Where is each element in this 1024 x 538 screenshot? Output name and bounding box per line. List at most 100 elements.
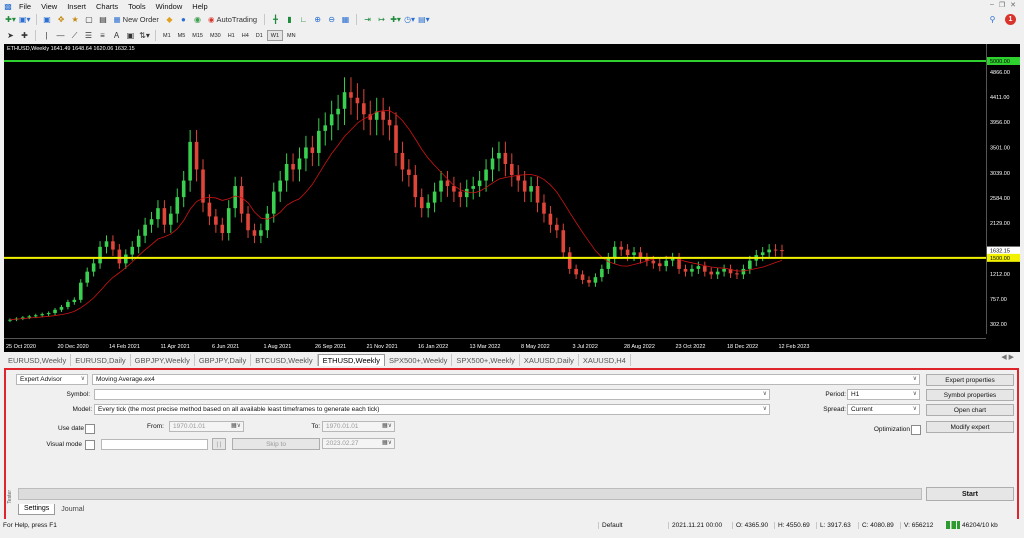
account-icon[interactable]: ● [177, 13, 190, 26]
skip-to-date-field[interactable]: 2023.02.27 ▦∨ [322, 438, 395, 449]
use-date-checkbox[interactable] [85, 424, 95, 434]
fibonacci-icon[interactable]: ≡ [96, 29, 109, 42]
new-chart-icon[interactable]: ✚▾ [4, 13, 17, 26]
chart-tab[interactable]: XAUUSD,H4 [579, 354, 631, 366]
autotrading-button[interactable]: ◉ AutoTrading [205, 13, 260, 26]
profiles-icon[interactable]: ▣▾ [18, 13, 32, 26]
candle-body [600, 268, 604, 278]
zoom-out-icon[interactable]: ⊖ [325, 13, 338, 26]
candle-body [407, 169, 411, 176]
expert-select[interactable]: Moving Average.ex4 ∨ [92, 374, 920, 385]
tile-windows-icon[interactable]: ▦ [339, 13, 352, 26]
visual-mode-checkbox[interactable] [85, 440, 95, 450]
optimization-checkbox[interactable] [911, 425, 921, 435]
new-order-button[interactable]: ▦ New Order [111, 13, 162, 26]
notification-badge[interactable]: 1 [1005, 14, 1016, 25]
tab-journal[interactable]: Journal [55, 504, 90, 515]
vertical-line-icon[interactable]: | [40, 29, 53, 42]
timeframe-m30[interactable]: M30 [207, 30, 224, 41]
text-icon[interactable]: A [110, 29, 123, 42]
trendline-icon[interactable]: ⟋ [68, 29, 81, 42]
menu-file[interactable]: File [14, 2, 36, 11]
skip-to-button[interactable]: Skip to [232, 438, 320, 450]
menu-help[interactable]: Help [187, 2, 212, 11]
symbol-select[interactable]: ∨ [94, 389, 770, 400]
timeframe-m15[interactable]: M15 [189, 30, 206, 41]
candle-body [664, 260, 668, 267]
market-watch-icon[interactable]: ▣ [41, 13, 54, 26]
chart-tab[interactable]: GBPJPY,Daily [195, 354, 252, 366]
chart-tab[interactable]: XAUUSD,Daily [520, 354, 579, 366]
arrows-icon[interactable]: ⇅▾ [138, 29, 151, 42]
restore-icon[interactable]: ❐ [999, 1, 1005, 9]
market-icon[interactable]: ◉ [191, 13, 204, 26]
from-date-field[interactable]: 1970.01.01 ▦∨ [169, 421, 244, 432]
symbol-properties-button[interactable]: Symbol properties [926, 389, 1014, 401]
timeframe-w1[interactable]: W1 [266, 30, 284, 41]
menu-insert[interactable]: Insert [62, 2, 91, 11]
candlestick-icon[interactable]: ▮ [283, 13, 296, 26]
chart-tab[interactable]: ETHUSD,Weekly [317, 354, 385, 366]
timeframe-m1[interactable]: M1 [160, 30, 174, 41]
zoom-in-icon[interactable]: ⊕ [311, 13, 324, 26]
auto-scroll-icon[interactable]: ⇥ [361, 13, 374, 26]
calendar-icon: ▦∨ [381, 440, 392, 446]
timeframe-mn[interactable]: MN [284, 30, 299, 41]
pause-button[interactable]: | | [212, 438, 226, 450]
metaeditor-icon[interactable]: ◆ [163, 13, 176, 26]
candle-body [715, 271, 720, 275]
price-chart[interactable]: 4866.00 4411.00 3956.00 3501.00 3039.00 2584.… [4, 44, 1020, 352]
tester-type-select[interactable]: Expert Advisor ∨ [16, 374, 88, 385]
timeframe-m5[interactable]: M5 [175, 30, 189, 41]
menu-tools[interactable]: Tools [123, 2, 151, 11]
menu-window[interactable]: Window [151, 2, 188, 11]
modify-expert-button[interactable]: Modify expert [926, 421, 1014, 433]
candle-body [342, 92, 347, 109]
spread-select[interactable]: Current ∨ [847, 404, 920, 415]
terminal-icon[interactable]: ▢ [83, 13, 96, 26]
timeframe-d1[interactable]: D1 [253, 30, 266, 41]
menu-charts[interactable]: Charts [91, 2, 123, 11]
timeframe-h4[interactable]: H4 [239, 30, 252, 41]
channel-icon[interactable]: ☰ [82, 29, 95, 42]
chart-shift-icon[interactable]: ↦ [375, 13, 388, 26]
chart-tab[interactable]: BTCUSD,Weekly [251, 354, 318, 366]
period-select[interactable]: H1 ∨ [847, 389, 920, 400]
navigator-icon[interactable]: ★ [69, 13, 82, 26]
open-chart-button[interactable]: Open chart [926, 404, 1014, 416]
chart-tab[interactable]: GBPJPY,Weekly [131, 354, 195, 366]
close-icon[interactable]: ✕ [1010, 1, 1016, 9]
model-select[interactable]: Every tick (the most precise method base… [94, 404, 770, 415]
chart-tab[interactable]: EURUSD,Daily [71, 354, 131, 366]
data-window-icon[interactable]: ✥ [55, 13, 68, 26]
chart-tab[interactable]: EURUSD,Weekly [4, 354, 72, 366]
candle-body [284, 163, 289, 181]
minimize-icon[interactable]: – [990, 1, 994, 9]
chart-tab[interactable]: SPX500+,Weekly [452, 354, 520, 366]
candle-body [612, 246, 617, 258]
strategy-tester-icon[interactable]: ▤ [97, 13, 110, 26]
bar-chart-icon[interactable]: ╋ [269, 13, 282, 26]
templates-icon[interactable]: ▤▾ [417, 13, 431, 26]
visual-speed-slider[interactable] [101, 439, 208, 450]
indicators-icon[interactable]: ✚▾ [389, 13, 402, 26]
candle-body [91, 263, 96, 272]
tab-scroll-arrows-icon[interactable]: ◀ ▶ [1001, 353, 1014, 361]
search-icon[interactable]: ⚲ [986, 13, 999, 26]
periods-icon[interactable]: ◷▾ [403, 13, 416, 26]
line-chart-icon[interactable]: ∟ [297, 13, 310, 26]
candle-body [413, 175, 418, 198]
chart-tab[interactable]: SPX500+,Weekly [385, 354, 453, 366]
horizontal-line-icon[interactable]: — [54, 29, 67, 42]
test-progress-bar [18, 488, 922, 500]
crosshair-icon[interactable]: ✚ [18, 29, 31, 42]
tab-settings[interactable]: Settings [18, 504, 56, 515]
from-label: From: [147, 423, 164, 430]
cursor-icon[interactable]: ➤ [4, 29, 17, 42]
to-date-field[interactable]: 1970.01.01 ▦∨ [322, 421, 395, 432]
expert-properties-button[interactable]: Expert properties [926, 374, 1014, 386]
start-button[interactable]: Start [926, 487, 1014, 501]
timeframe-h1[interactable]: H1 [225, 30, 238, 41]
text-label-icon[interactable]: ▣ [124, 29, 137, 42]
menu-view[interactable]: View [36, 2, 62, 11]
